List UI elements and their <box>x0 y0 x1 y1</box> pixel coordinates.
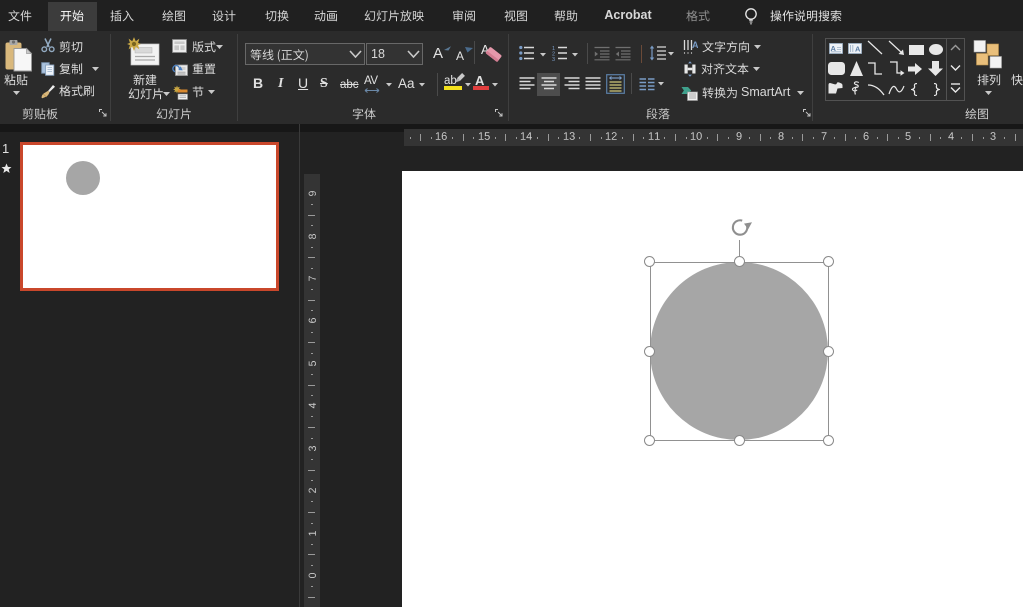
svg-text:A: A <box>855 45 861 54</box>
svg-text:A: A <box>692 40 698 50</box>
svg-text:3: 3 <box>552 57 555 61</box>
